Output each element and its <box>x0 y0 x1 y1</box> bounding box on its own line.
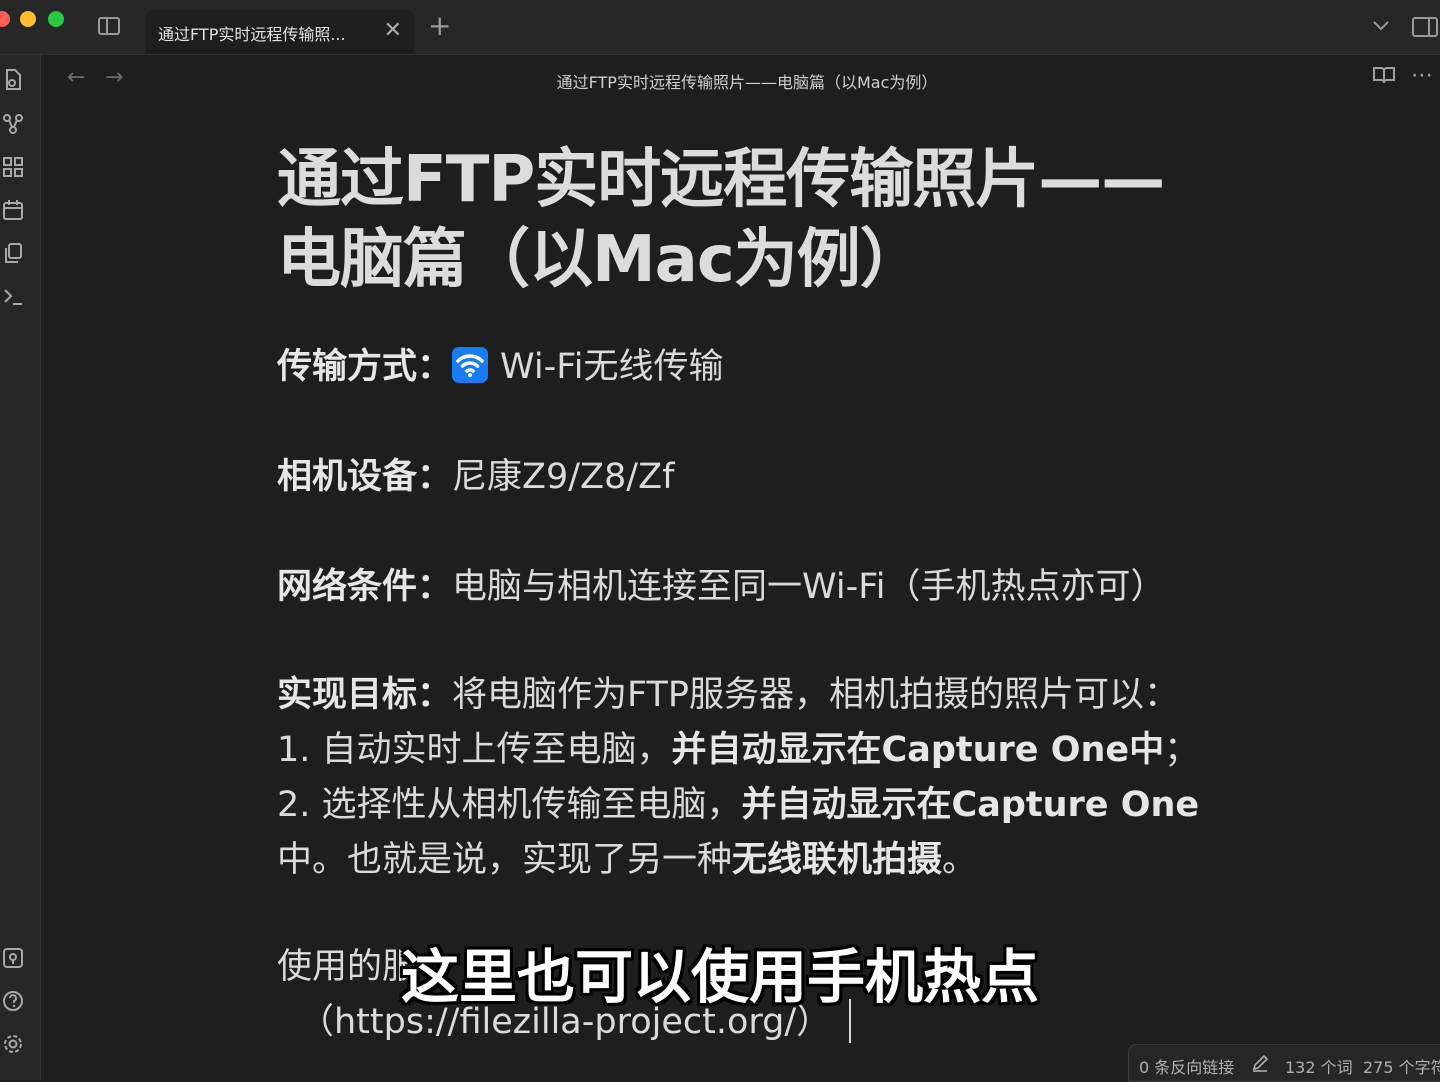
editor-content[interactable]: 通过FTP实时远程传输照片——电脑篇（以Mac为例） 传输方式： Wi-Fi无线传… <box>277 140 1217 1043</box>
goal-item-1-bold: 并自动显示在Capture One中 <box>671 730 1165 770</box>
calendar-icon[interactable] <box>0 199 26 225</box>
transfer-method-label: 传输方式： <box>277 347 453 387</box>
goal-text: 将电脑作为FTP服务器，相机拍摄的照片可以： <box>452 675 1180 715</box>
close-window-button[interactable] <box>0 11 10 27</box>
goal-item-2-end: 。 <box>942 840 978 880</box>
goal-item-1-text: 1. 自动实时上传至电脑， <box>277 730 672 770</box>
goal-item-1-end: ； <box>1164 730 1200 770</box>
open-quick-switcher-icon[interactable] <box>0 69 26 95</box>
camera-device-label: 相机设备： <box>277 457 453 497</box>
close-tab-icon[interactable]: ✕ <box>384 18 402 43</box>
zoom-window-button[interactable] <box>48 11 64 27</box>
title-bar: 通过FTP实时远程传输照... ✕ + <box>0 0 1440 55</box>
goal-paragraph[interactable]: 实现目标：将电脑作为FTP服务器，相机拍摄的照片可以： 1. 自动实时上传至电脑… <box>277 668 1217 888</box>
goal-item-2-text: 2. 选择性从相机传输至电脑， <box>277 785 742 825</box>
camera-device-line[interactable]: 相机设备：尼康Z9/Z8/Zf <box>277 450 674 505</box>
terminal-icon[interactable] <box>0 285 26 311</box>
transfer-method-value: Wi-Fi无线传输 <box>500 347 724 387</box>
goal-item-2-bold: 并自动显示在Capture One <box>741 785 1200 825</box>
network-condition-label: 网络条件： <box>277 567 453 607</box>
view-header-title[interactable]: 通过FTP实时远程传输照片——电脑篇（以Mac为例） <box>41 69 1440 93</box>
backlinks-count[interactable]: 0 条反向链接 <box>1139 1054 1234 1078</box>
minimize-window-button[interactable] <box>20 11 36 27</box>
goal-item-2-highlight: 无线联机拍摄 <box>732 840 943 880</box>
tab-active[interactable]: 通过FTP实时远程传输照... ✕ <box>146 10 414 54</box>
right-sidebar-toggle-icon[interactable] <box>1412 17 1438 37</box>
reading-view-book-icon[interactable] <box>1373 65 1395 89</box>
canvas-icon[interactable] <box>0 156 26 182</box>
ribbon <box>0 55 41 1080</box>
settings-gear-icon[interactable] <box>0 1033 26 1059</box>
network-condition-value: 电脑与相机连接至同一Wi-Fi（手机热点亦可） <box>452 567 1166 607</box>
goal-label: 实现目标： <box>277 675 453 715</box>
copy-icon[interactable] <box>0 242 26 268</box>
wifi-icon <box>452 347 489 383</box>
network-condition-line[interactable]: 网络条件：电脑与相机连接至同一Wi-Fi（手机热点亦可） <box>277 560 1166 615</box>
view-header: ← → 通过FTP实时远程传输照片——电脑篇（以Mac为例） ⋯ <box>41 55 1440 103</box>
word-count: 132 个词 <box>1285 1058 1353 1077</box>
graph-view-icon[interactable] <box>0 113 26 139</box>
new-tab-button[interactable]: + <box>428 12 451 40</box>
edit-pencil-icon[interactable] <box>1251 1054 1269 1076</box>
left-sidebar-toggle-icon[interactable] <box>98 17 120 35</box>
status-bar: 0 条反向链接 132 个词 275 个字符 <box>1128 1044 1440 1082</box>
video-subtitle: 这里也可以使用手机热点 <box>400 943 1039 1011</box>
more-options-icon[interactable]: ⋯ <box>1411 63 1433 88</box>
chevron-down-icon[interactable] <box>1372 16 1390 37</box>
goal-item-2-continued: 中。也就是说，实现了另一种 <box>277 840 733 880</box>
camera-device-value: 尼康Z9/Z8/Zf <box>452 457 675 497</box>
character-count: 275 个字符 <box>1363 1058 1440 1077</box>
document-title[interactable]: 通过FTP实时远程传输照片——电脑篇（以Mac为例） <box>277 140 1217 300</box>
transfer-method-line[interactable]: 传输方式： Wi-Fi无线传输 <box>277 340 724 395</box>
tab-title: 通过FTP实时远程传输照... <box>158 25 346 44</box>
